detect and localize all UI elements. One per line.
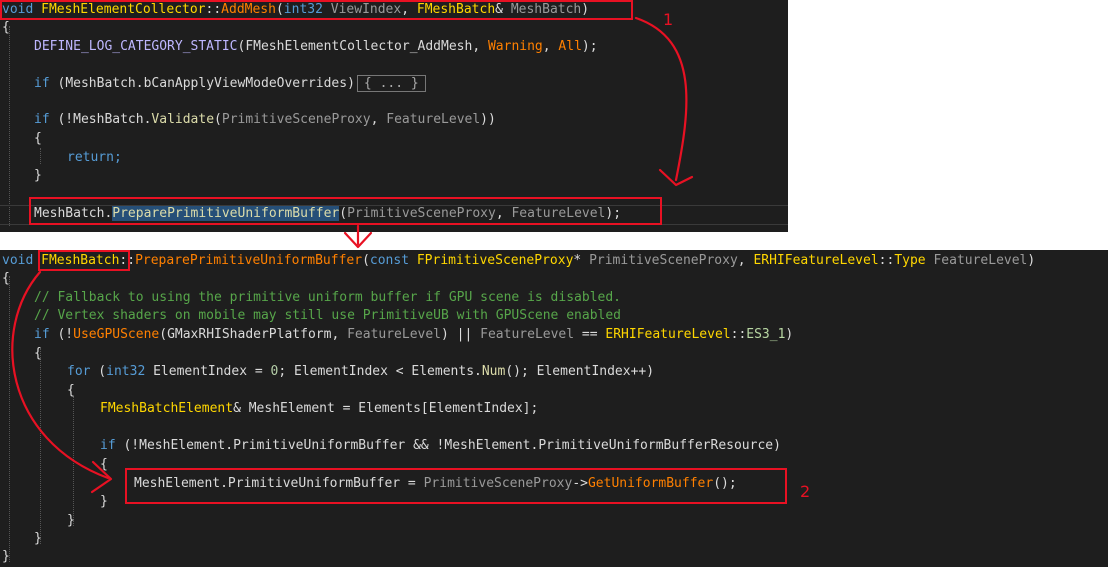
code-line-mesh-element-decl[interactable]: FMeshBatchElement& MeshElement = Element…	[100, 400, 538, 418]
annotation-box-prepare-call	[29, 197, 662, 225]
code-line-brace[interactable]: }	[34, 167, 42, 185]
code-line-brace[interactable]: }	[67, 512, 75, 530]
code-line-for[interactable]: for (int32 ElementIndex = 0; ElementInde…	[67, 363, 654, 381]
code-comment[interactable]: // Vertex shaders on mobile may still us…	[34, 307, 621, 325]
indent-guide	[9, 26, 10, 226]
code-line-if-gpuscene[interactable]: if (!UseGPUScene(GMaxRHIShaderPlatform, …	[34, 326, 793, 344]
arrow-head-2	[343, 231, 373, 249]
indent-guide	[40, 348, 41, 544]
code-line-signature[interactable]: void FMeshBatch::PreparePrimitiveUniform…	[2, 252, 1035, 270]
code-line-brace[interactable]: {	[34, 130, 42, 148]
indent-guide	[9, 276, 10, 562]
code-comment[interactable]: // Fallback to using the primitive unifo…	[34, 289, 621, 307]
code-editor-bottom[interactable]: void FMeshBatch::PreparePrimitiveUniform…	[0, 250, 1108, 567]
code-line-brace[interactable]: {	[67, 382, 75, 400]
annotation-box-addmesh	[0, 0, 633, 20]
code-line-if-viewmode[interactable]: if (MeshBatch.bCanApplyViewModeOverrides…	[34, 75, 426, 93]
indent-guide	[40, 148, 41, 164]
code-line-define-log[interactable]: DEFINE_LOG_CATEGORY_STATIC(FMeshElementC…	[34, 38, 598, 56]
annotation-box-fmeshbatch	[38, 250, 130, 271]
indent-guide	[73, 396, 74, 526]
annotation-box-get-uniform-buffer	[125, 468, 787, 504]
code-line-brace[interactable]: }	[34, 530, 42, 548]
code-line-brace[interactable]: {	[100, 456, 108, 474]
code-line-brace[interactable]: }	[100, 493, 108, 511]
code-line-brace[interactable]: {	[2, 19, 10, 37]
code-line-return[interactable]: return;	[67, 149, 122, 167]
code-line-if-uniform-buffer[interactable]: if (!MeshElement.PrimitiveUniformBuffer …	[100, 437, 781, 455]
collapsed-block-button[interactable]: { ... }	[356, 75, 426, 92]
annotation-label-2: 2	[800, 482, 811, 501]
code-line-brace[interactable]: {	[34, 345, 42, 363]
annotation-label-1: 1	[663, 10, 674, 29]
code-line-brace[interactable]: {	[2, 270, 10, 288]
code-line-brace[interactable]: }	[2, 548, 10, 566]
code-line-if-validate[interactable]: if (!MeshBatch.Validate(PrimitiveScenePr…	[34, 111, 496, 129]
